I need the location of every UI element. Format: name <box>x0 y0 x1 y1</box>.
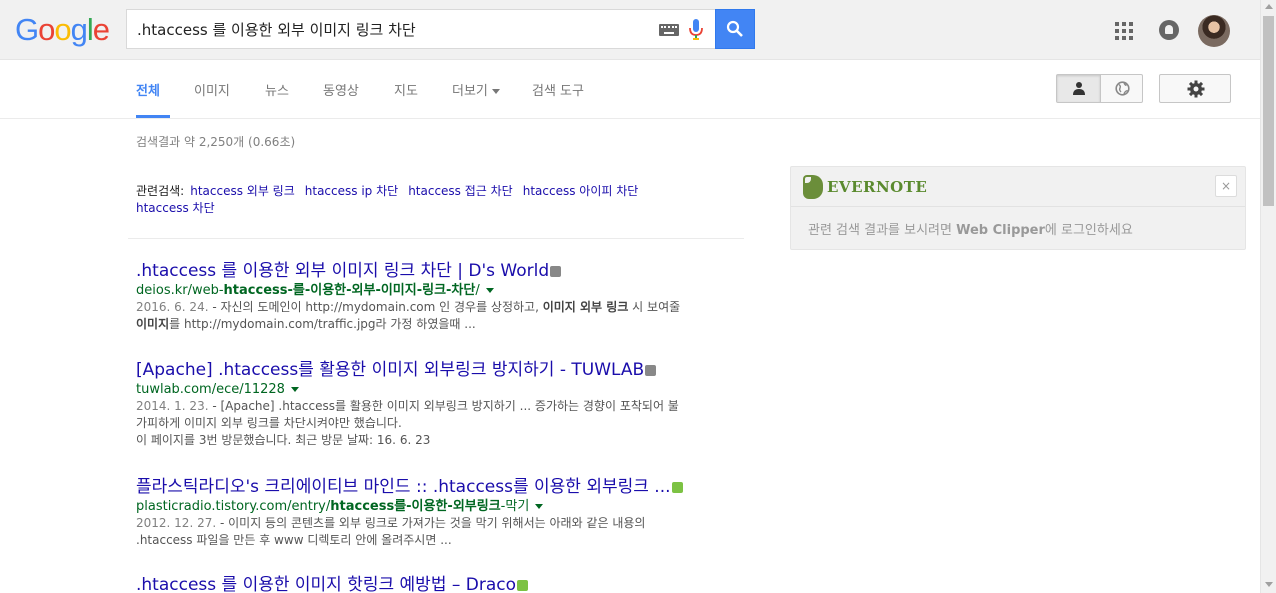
chevron-down-icon <box>491 89 500 94</box>
personal-results-toggle <box>1056 74 1143 103</box>
evernote-message: 관련 검색 결과를 보시려면 Web Clipper에 로그인하세요 <box>808 219 1133 238</box>
related-link[interactable]: htaccess 아이피 차단 <box>523 184 639 198</box>
tab-videos[interactable]: 동영상 <box>323 80 359 99</box>
snippet-text: .htaccess 파일을 만든 후 www 디렉토리 안에 올려주시면 ... <box>136 533 452 547</box>
snippet-text: - 자신의 도메인이 http://mydomain.com 인 경우를 상정하… <box>208 300 543 314</box>
result-stats: 검색결과 약 2,250개 (0.66초) <box>136 135 296 149</box>
result-title-link[interactable]: .htaccess 를 이용한 이미지 핫링크 예방법 – Draco <box>136 575 516 593</box>
url-text: deios.kr/web- <box>136 283 224 298</box>
settings-button[interactable] <box>1159 74 1231 103</box>
snippet-text: 를 http://mydomain.com/traffic.jpg라 가정 하였… <box>169 317 476 331</box>
header: Google <box>0 0 1260 60</box>
close-button[interactable]: × <box>1215 175 1237 197</box>
logo-letter: o <box>38 12 55 47</box>
result-date: 2012. 12. 27. <box>136 516 217 530</box>
tab-all[interactable]: 전체 <box>136 80 160 99</box>
snippet-bold: 이미지 외부 링크 <box>542 300 629 314</box>
url-bold: htaccess-를-이용한-외부-이미지-링크-차단 <box>223 283 476 298</box>
globe-icon <box>1115 81 1130 96</box>
snippet-text: 가피하게 이미지 외부 링크를 차단시켜야만 했습니다. <box>136 416 402 430</box>
related-label: 관련검색: <box>136 184 185 198</box>
related-link[interactable]: htaccess ip 차단 <box>305 184 398 198</box>
result-url: tuwlab.com/ece/11228 <box>136 381 736 398</box>
message-text: 관련 검색 결과를 보시려면 <box>808 223 957 238</box>
result-snippet: 2012. 12. 27. - 이미지 등의 콘텐츠를 외부 링크로 가져가는 … <box>136 515 736 549</box>
result-url: deios.kr/web-htaccess-를-이용한-외부-이미지-링크-차단… <box>136 282 736 299</box>
search-icon <box>726 20 743 37</box>
related-searches: 관련검색: htaccess 외부 링크 htaccess ip 차단 htacces… <box>136 183 736 217</box>
result-snippet: 2014. 1. 23. - [Apache] .htaccess를 활용한 이… <box>136 398 736 432</box>
tab-news[interactable]: 뉴스 <box>265 80 289 99</box>
logo-letter: e <box>92 12 110 47</box>
search-result: [Apache] .htaccess를 활용한 이미지 외부링크 방지하기 - … <box>136 360 736 449</box>
result-title-link[interactable]: 플라스틱라디오's 크리에이티브 마인드 :: .htaccess를 이용한 외… <box>136 477 671 497</box>
tab-more-label: 더보기 <box>452 84 488 99</box>
tab-images[interactable]: 이미지 <box>194 80 230 99</box>
evernote-name: EVERNOTE <box>827 178 928 196</box>
result-title-link[interactable]: [Apache] .htaccess를 활용한 이미지 외부링크 방지하기 - … <box>136 360 644 380</box>
url-text: plasticradio.tistory.com/entry/ <box>136 499 331 514</box>
scroll-down-arrow-icon[interactable] <box>1265 582 1273 587</box>
evernote-badge-icon[interactable] <box>517 579 529 591</box>
tab-more[interactable]: 더보기 <box>452 80 500 99</box>
notifications-icon[interactable] <box>1159 20 1179 40</box>
scroll-up-arrow-icon[interactable] <box>1265 4 1273 9</box>
snippet-bold: 이미지 <box>136 317 170 331</box>
url-text: / <box>475 283 480 298</box>
global-results-button[interactable] <box>1101 75 1143 102</box>
scrollbar[interactable] <box>1260 0 1276 593</box>
result-date: 2016. 6. 24. <box>136 300 209 314</box>
scroll-thumb[interactable] <box>1263 16 1274 206</box>
url-menu-caret-icon[interactable] <box>535 504 544 509</box>
keyboard-icon[interactable] <box>659 24 679 36</box>
search-result: .htaccess 를 이용한 외부 이미지 링크 차단 | D's World… <box>136 261 736 333</box>
search-button[interactable] <box>715 9 755 49</box>
snippet-text: - [Apache] .htaccess를 활용한 이미지 외부링크 방지하기 … <box>208 399 679 413</box>
divider <box>128 238 744 239</box>
search-result: .htaccess 를 이용한 이미지 핫링크 예방법 – Draco <box>136 575 736 593</box>
visit-history: 이 페이지를 3번 방문했습니다. 최근 방문 날짜: 16. 6. 23 <box>136 433 431 447</box>
google-logo[interactable]: Google <box>15 12 110 48</box>
result-title-link[interactable]: .htaccess 를 이용한 외부 이미지 링크 차단 | D's World <box>136 261 549 281</box>
result-url: plasticradio.tistory.com/entry/htaccess를… <box>136 498 736 515</box>
evernote-header: EVERNOTE × <box>791 167 1245 207</box>
web-clipper-link[interactable]: Web Clipper <box>956 223 1045 238</box>
logo-letter: g <box>70 12 88 47</box>
avatar[interactable] <box>1198 15 1230 47</box>
evernote-badge-icon[interactable] <box>645 364 657 376</box>
result-snippet: 2016. 6. 24. - 자신의 도메인이 http://mydomain.… <box>136 299 736 333</box>
evernote-badge-icon[interactable] <box>671 481 683 493</box>
evernote-panel: EVERNOTE × 관련 검색 결과를 보시려면 Web Clipper에 로… <box>790 166 1246 250</box>
apps-icon[interactable] <box>1115 22 1133 40</box>
url-menu-caret-icon[interactable] <box>290 387 299 392</box>
related-link[interactable]: htaccess 접근 차단 <box>408 184 513 198</box>
snippet-text: 시 보여줄 <box>628 300 681 314</box>
snippet-text: - 이미지 등의 콘텐츠를 외부 링크로 가져가는 것을 막기 위해서는 아래와… <box>216 516 646 530</box>
active-tab-indicator <box>136 115 170 118</box>
search-box <box>126 9 716 49</box>
evernote-elephant-icon <box>803 175 823 199</box>
evernote-badge-icon[interactable] <box>550 265 562 277</box>
related-link[interactable]: htaccess 차단 <box>136 201 215 215</box>
url-menu-caret-icon[interactable] <box>485 288 494 293</box>
gear-icon <box>1187 80 1205 98</box>
personal-results-button[interactable] <box>1057 75 1101 102</box>
tab-maps[interactable]: 지도 <box>394 80 418 99</box>
logo-letter: G <box>15 12 39 47</box>
related-link[interactable]: htaccess 외부 링크 <box>190 184 295 198</box>
tab-search-tools[interactable]: 검색 도구 <box>532 80 584 99</box>
url-text: tuwlab.com/ece/11228 <box>136 382 285 397</box>
url-text: -막기 <box>500 499 530 514</box>
logo-letter: o <box>54 12 71 47</box>
person-icon <box>1073 82 1085 95</box>
url-bold: htaccess를-이용한-외부링크 <box>330 499 501 514</box>
result-date: 2014. 1. 23. <box>136 399 209 413</box>
search-input[interactable] <box>137 18 647 40</box>
message-text: 에 로그인하세요 <box>1044 223 1133 238</box>
mic-icon[interactable] <box>689 19 703 41</box>
search-result: 플라스틱라디오's 크리에이티브 마인드 :: .htaccess를 이용한 외… <box>136 477 736 549</box>
